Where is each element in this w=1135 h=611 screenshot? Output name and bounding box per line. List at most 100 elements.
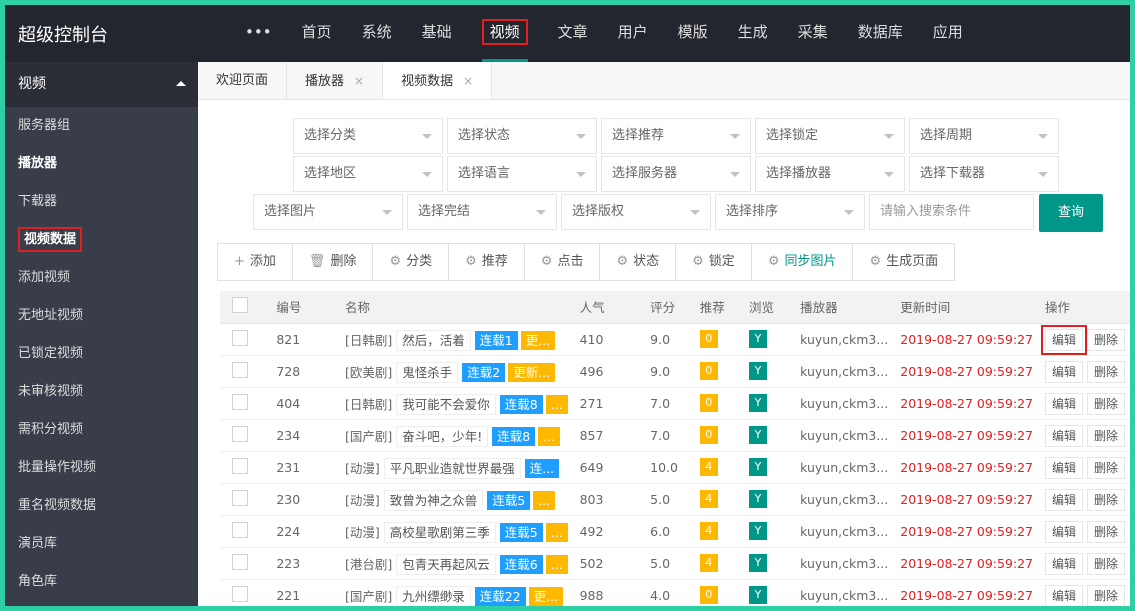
tab[interactable]: 播放器 × (287, 62, 384, 99)
recommend-badge[interactable]: 4 (699, 522, 718, 540)
delete-button[interactable]: 删除 (1087, 424, 1126, 447)
browse-badge[interactable]: Y (748, 426, 767, 444)
video-name[interactable]: 高校星歌剧第三季 (383, 521, 496, 543)
checkbox-cell[interactable] (220, 355, 265, 388)
nav-more[interactable]: ••• (230, 5, 287, 62)
sidebar-header[interactable]: 视频 (5, 62, 198, 107)
browse-badge[interactable]: Y (748, 330, 767, 348)
recommend-badge[interactable]: 0 (699, 362, 718, 380)
row-checkbox[interactable] (232, 361, 248, 378)
edit-button[interactable]: 编辑 (1045, 456, 1084, 479)
nav-item[interactable]: 用户 (603, 5, 663, 62)
checkbox-cell[interactable] (220, 451, 265, 484)
recommend-badge[interactable]: 0 (699, 330, 718, 348)
recommend-badge[interactable]: 0 (699, 426, 718, 444)
browse-badge[interactable]: Y (748, 522, 767, 540)
filter-select[interactable]: 选择锁定 (755, 118, 905, 154)
row-checkbox[interactable] (232, 457, 248, 474)
filter-select[interactable]: 选择完结 (407, 194, 557, 230)
browse-badge[interactable]: Y (748, 586, 767, 604)
filter-select[interactable]: 选择排序 (715, 194, 865, 230)
browse-badge[interactable]: Y (748, 394, 767, 412)
delete-button[interactable]: 删除 (1087, 392, 1126, 415)
recommend-badge[interactable]: 0 (699, 394, 718, 412)
recommend-badge[interactable]: 0 (699, 586, 718, 604)
checkbox-cell[interactable] (220, 515, 265, 548)
checkbox[interactable] (232, 297, 248, 314)
tab[interactable]: 视频数据 × (383, 62, 493, 99)
sidebar-item[interactable]: 未审核视频 (5, 373, 198, 411)
filter-select[interactable]: 选择分类 (293, 118, 443, 154)
toolbar-button-6[interactable]: ⚙ 锁定 (675, 243, 752, 281)
edit-button[interactable]: 编辑 (1045, 392, 1084, 415)
checkbox-cell[interactable] (220, 387, 265, 420)
sidebar-item[interactable]: 角色库 (5, 563, 198, 601)
nav-item[interactable]: 应用 (918, 5, 978, 62)
row-checkbox[interactable] (232, 393, 248, 410)
edit-button[interactable]: 编辑 (1045, 424, 1084, 447)
row-checkbox[interactable] (232, 585, 248, 602)
delete-button[interactable]: 删除 (1087, 584, 1126, 606)
checkbox-cell[interactable] (220, 419, 265, 452)
filter-select[interactable]: 选择推荐 (601, 118, 751, 154)
sidebar-item[interactable]: 已锁定视频 (5, 335, 198, 373)
delete-button[interactable]: 删除 (1087, 456, 1126, 479)
close-icon[interactable]: × (463, 74, 473, 88)
sidebar-item[interactable]: 添加视频 (5, 259, 198, 297)
nav-item[interactable]: 文章 (543, 5, 603, 62)
filter-select[interactable]: 选择播放器 (755, 156, 905, 192)
sidebar-item[interactable]: 无地址视频 (5, 297, 198, 335)
recommend-badge[interactable]: 4 (699, 554, 718, 572)
checkbox-cell[interactable] (220, 547, 265, 580)
close-icon[interactable]: × (354, 74, 364, 88)
checkbox-cell[interactable] (220, 483, 265, 516)
nav-item[interactable]: 系统 (347, 5, 407, 62)
toolbar-button-1[interactable]: 🗑 删除 (291, 243, 374, 281)
query-button[interactable]: 查询 (1039, 194, 1103, 232)
sidebar-item[interactable]: 重名视频数据 (5, 487, 198, 525)
toolbar-button-7[interactable]: ⚙ 同步图片 (750, 243, 854, 281)
row-checkbox[interactable] (232, 425, 248, 442)
nav-item[interactable]: 生成 (723, 5, 783, 62)
filter-select[interactable]: 选择状态 (447, 118, 597, 154)
video-name[interactable]: 致曾为神之众兽 (383, 489, 484, 511)
delete-button[interactable]: 删除 (1087, 360, 1126, 383)
filter-select[interactable]: 选择周期 (909, 118, 1059, 154)
sidebar-item[interactable]: 批量操作视频 (5, 449, 198, 487)
search-input[interactable]: 请输入搜索条件 (869, 194, 1034, 230)
nav-item[interactable]: 数据库 (843, 5, 918, 62)
sidebar-item[interactable]: 播放器 (5, 145, 198, 183)
edit-button[interactable]: 编辑 (1045, 552, 1084, 575)
filter-select[interactable]: 选择服务器 (601, 156, 751, 192)
delete-button[interactable]: 删除 (1087, 488, 1126, 511)
recommend-badge[interactable]: 4 (699, 490, 718, 508)
row-checkbox[interactable] (232, 329, 248, 346)
browse-badge[interactable]: Y (748, 458, 767, 476)
video-name[interactable]: 我可能不会爱你 (396, 393, 496, 415)
row-checkbox[interactable] (232, 553, 248, 570)
video-name[interactable]: 奋斗吧，少年! (396, 425, 489, 447)
edit-button[interactable]: 编辑 (1045, 488, 1084, 511)
checkbox-cell[interactable] (220, 323, 265, 356)
toolbar-button-4[interactable]: ⚙ 点击 (523, 243, 601, 281)
video-name[interactable]: 包青天再起风云 (396, 553, 496, 575)
sidebar-item[interactable]: 服务器组 (5, 107, 198, 145)
tab[interactable]: 欢迎页面 (198, 62, 288, 99)
nav-item[interactable]: 基础 (407, 5, 467, 62)
sidebar-item[interactable]: 演员库 (5, 525, 198, 563)
nav-item[interactable]: 采集 (783, 5, 843, 62)
row-checkbox[interactable] (232, 489, 248, 506)
edit-button[interactable]: 编辑 (1045, 520, 1084, 543)
filter-select[interactable]: 选择版权 (561, 194, 711, 230)
video-name[interactable]: 九州缥缈录 (396, 585, 471, 606)
row-checkbox[interactable] (232, 521, 248, 538)
delete-button[interactable]: 删除 (1087, 520, 1126, 543)
filter-select[interactable]: 选择语言 (447, 156, 597, 192)
recommend-badge[interactable]: 4 (699, 458, 718, 476)
toolbar-button-2[interactable]: ⚙ 分类 (372, 243, 450, 281)
browse-badge[interactable]: Y (748, 490, 767, 508)
toolbar-button-0[interactable]: + 添加 (217, 243, 293, 281)
delete-button[interactable]: 删除 (1087, 552, 1126, 575)
select-all-checkbox[interactable] (220, 291, 265, 324)
edit-button[interactable]: 编辑 (1045, 360, 1084, 383)
